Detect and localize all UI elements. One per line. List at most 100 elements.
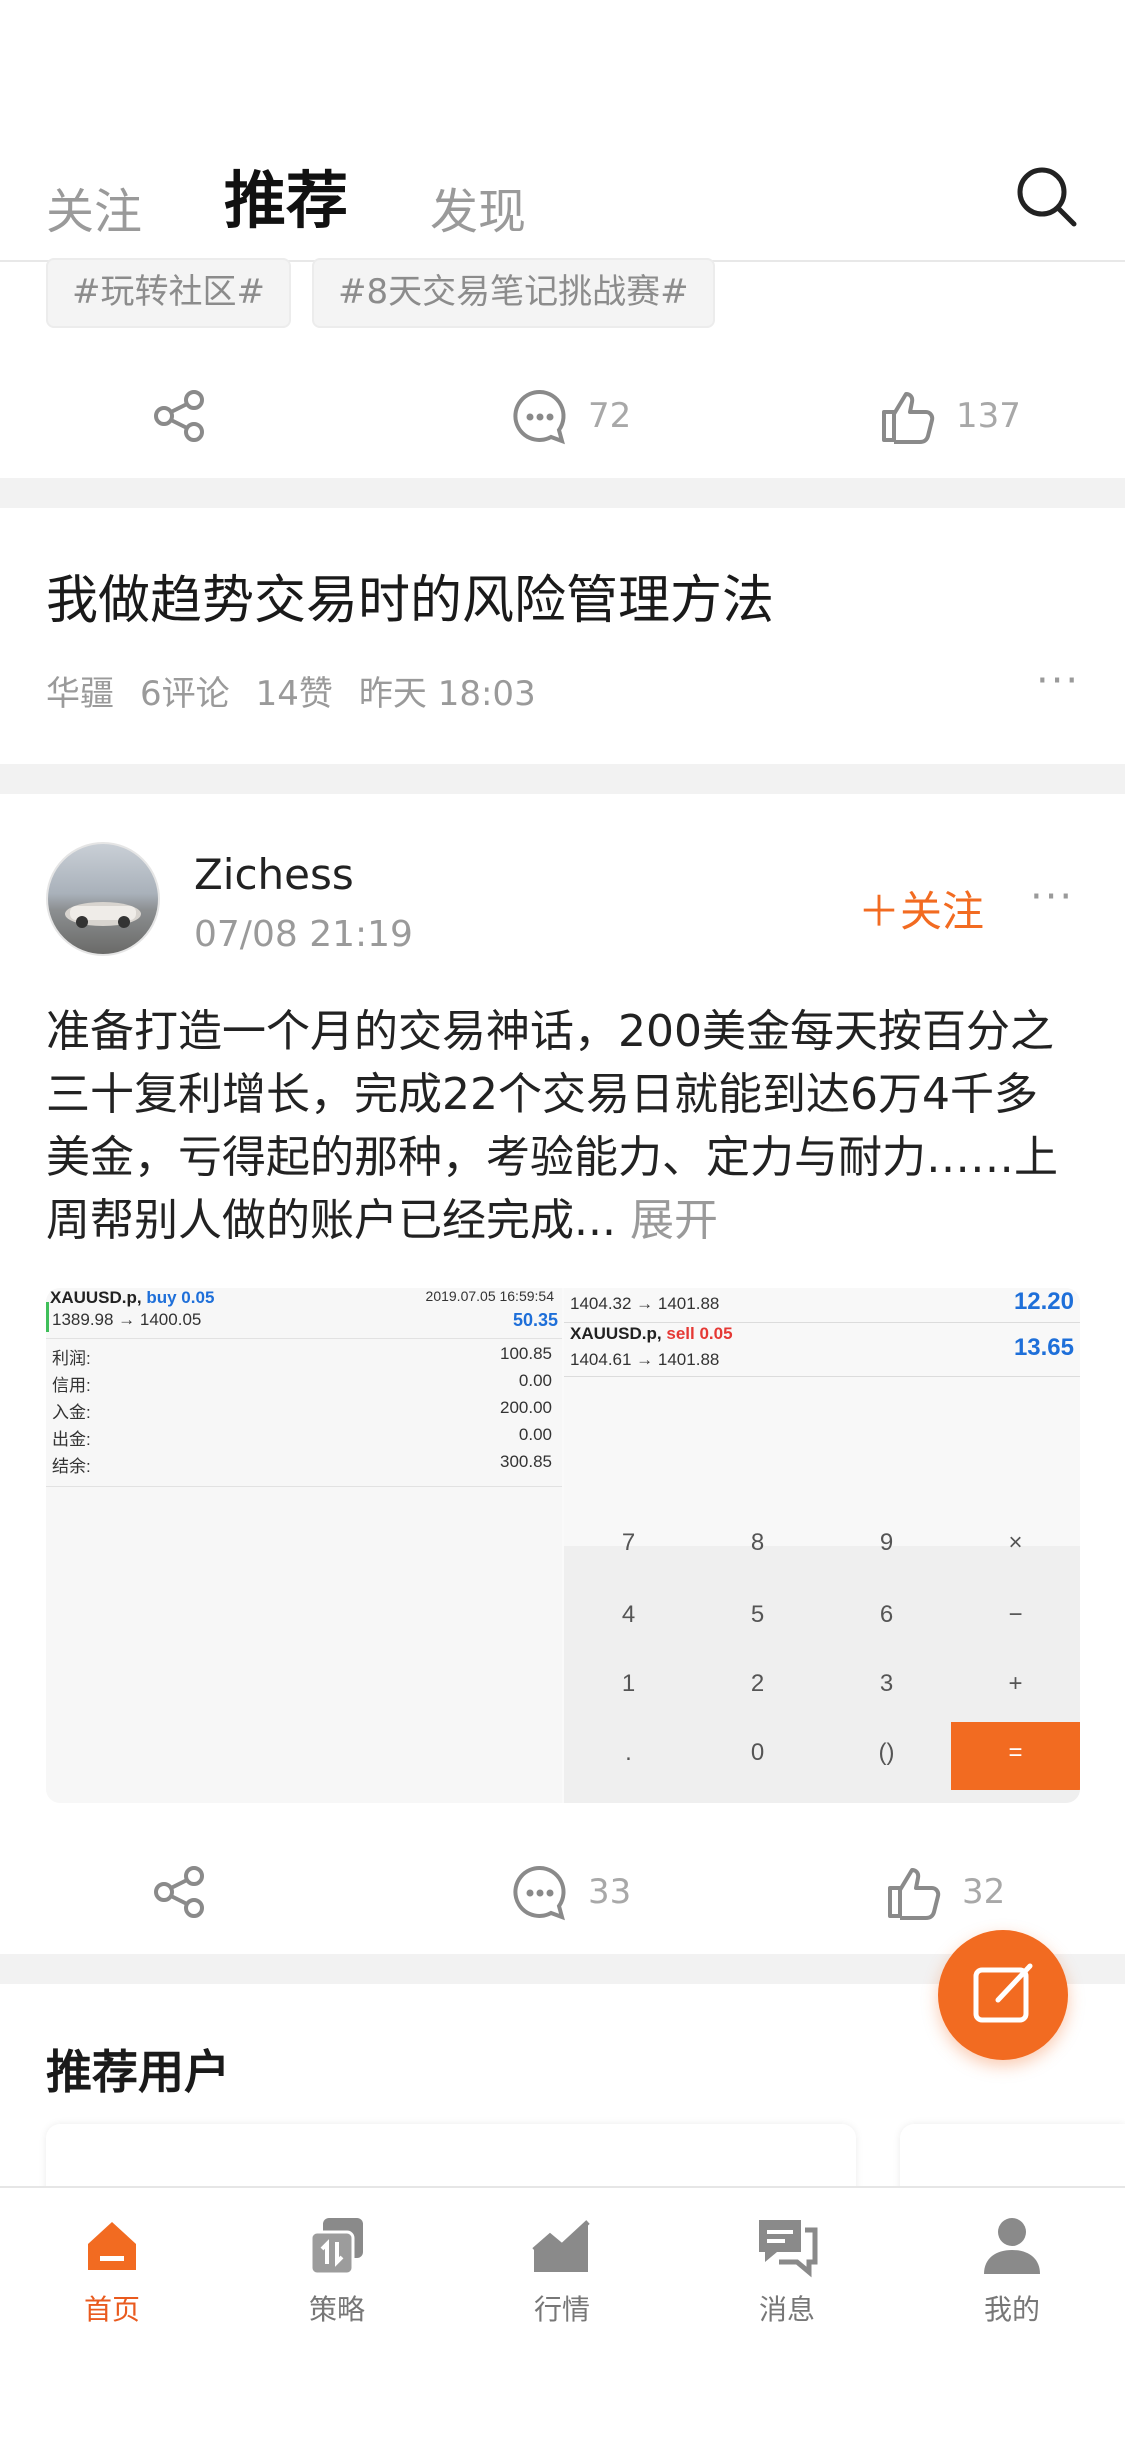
- comment-count: 72: [588, 396, 632, 436]
- topic-tag[interactable]: #玩转社区#: [46, 258, 291, 328]
- share-button[interactable]: [150, 1862, 210, 1922]
- username[interactable]: Zichess: [194, 850, 354, 899]
- top-tab-bar: 关注 推荐 发现: [46, 150, 1125, 240]
- account-summary-pane: XAUUSD.p, buy 0.05 2019.07.05 16:59:54 1…: [46, 1288, 562, 1803]
- calc-key: 1: [621, 1670, 636, 1697]
- comment-icon: [513, 1865, 566, 1921]
- nav-label: 策略: [308, 2293, 365, 2326]
- profile-icon: [984, 2218, 1040, 2274]
- recommended-users-title: 推荐用户: [46, 2045, 230, 2099]
- calc-key: 2: [750, 1670, 765, 1697]
- tab-recommended[interactable]: 推荐: [224, 150, 348, 240]
- balance-row: 信用: 0.00: [52, 1371, 552, 1395]
- calc-key: 0: [750, 1739, 765, 1766]
- position-profit: 13.65: [1013, 1334, 1074, 1361]
- like-button[interactable]: 32: [884, 1862, 1005, 1922]
- calc-key: 8: [750, 1529, 765, 1556]
- position-prices: 1404.32 → 1401.88: [570, 1294, 720, 1313]
- nav-item-messages[interactable]: 消息: [717, 2214, 857, 2328]
- article-title[interactable]: 我做趋势交易时的风险管理方法: [46, 558, 774, 633]
- post-time: 07/08 21:19: [194, 914, 413, 955]
- market-chart-icon: [532, 2220, 590, 2272]
- divider: [564, 1376, 1080, 1377]
- article-meta: 华疆 6评论 14赞 昨天 18:03: [46, 666, 562, 715]
- more-options-icon[interactable]: ···: [1036, 658, 1080, 704]
- calc-key: 6: [879, 1601, 894, 1628]
- position-side: sell 0.05: [666, 1324, 733, 1343]
- like-count: 137: [956, 396, 1021, 436]
- follow-label: 关注: [900, 887, 985, 936]
- trade-side: buy 0.05: [146, 1288, 215, 1307]
- tab-following[interactable]: 关注: [46, 172, 142, 242]
- calc-key: 7: [621, 1529, 636, 1556]
- search-icon[interactable]: [1014, 164, 1080, 230]
- trade-symbol: XAUUSD.p,: [50, 1288, 142, 1307]
- nav-label: 首页: [83, 2293, 140, 2326]
- section-separator: [0, 764, 1125, 794]
- plus-icon: ＋: [858, 887, 901, 936]
- position-prices: 1404.61 → 1401.88: [570, 1350, 720, 1369]
- calc-key: (): [878, 1739, 895, 1766]
- expand-link[interactable]: 展开: [630, 1195, 718, 1246]
- post-body[interactable]: 准备打造一个月的交易神话，200美金每天按百分之三十复利增长，完成22个交易日就…: [46, 1000, 1076, 1252]
- calc-key: 9: [879, 1529, 894, 1556]
- like-button[interactable]: 137: [878, 386, 1021, 446]
- thumbs-up-icon: [888, 1868, 941, 1920]
- avatar[interactable]: [46, 842, 160, 956]
- balance-row: 入金: 200.00: [52, 1398, 552, 1422]
- calc-equals-key: =: [951, 1722, 1080, 1790]
- divider: [46, 1338, 562, 1339]
- balance-row: 结余: 300.85: [52, 1452, 552, 1476]
- article-time: 昨天 18:03: [358, 674, 536, 714]
- topic-tag[interactable]: #8天交易笔记挑战赛#: [312, 258, 715, 328]
- calculator-keypad: 7 8 9 × 4 5 6 − 1 2 3 + . 0 () =: [564, 1529, 1080, 1803]
- article-likes: 14赞: [255, 674, 333, 714]
- comment-button[interactable]: 72: [510, 386, 631, 446]
- like-count: 32: [962, 1872, 1006, 1912]
- position-profit: 12.20: [1013, 1288, 1074, 1315]
- nav-item-strategy[interactable]: 策略: [267, 2214, 407, 2328]
- calc-key: .: [625, 1739, 632, 1766]
- trade-date: 2019.07.05 16:59:54: [425, 1288, 554, 1304]
- nav-label: 我的: [983, 2293, 1040, 2326]
- share-button[interactable]: [150, 386, 210, 446]
- strategy-icon: [309, 2218, 363, 2276]
- nav-item-market[interactable]: 行情: [492, 2214, 632, 2328]
- positions-calculator-pane: 1404.32 → 1401.88 12.20 XAUUSD.p, sell 0…: [564, 1288, 1080, 1803]
- calc-key: +: [1008, 1670, 1023, 1697]
- calc-key: 5: [750, 1601, 765, 1628]
- calc-key: 3: [879, 1670, 894, 1697]
- position-header: XAUUSD.p, sell 0.05: [570, 1324, 733, 1344]
- nav-label: 行情: [533, 2293, 590, 2326]
- share-icon: [154, 1866, 204, 1918]
- balance-row: 利润: 100.85: [52, 1344, 552, 1368]
- balance-table: 利润: 100.85 信用: 0.00 入金: 200.00 出金: 0.00 结余: 3…: [52, 1344, 552, 1479]
- article-author[interactable]: 华疆: [46, 674, 114, 714]
- tab-discover[interactable]: 发现: [430, 172, 526, 242]
- balance-row: 出金: 0.00: [52, 1425, 552, 1449]
- nav-item-profile[interactable]: 我的: [942, 2214, 1082, 2328]
- divider: [46, 1486, 562, 1487]
- post-text: 准备打造一个月的交易神话，200美金每天按百分之三十复利增长，完成22个交易日就…: [46, 1006, 1058, 1246]
- article-comments: 6评论: [140, 674, 230, 714]
- bottom-nav: 首页 策略 行情 消息 我的: [0, 2186, 1125, 2438]
- calc-key: −: [1008, 1601, 1023, 1628]
- thumbs-up-icon: [882, 392, 935, 444]
- nav-label: 消息: [758, 2293, 815, 2326]
- nav-item-home[interactable]: 首页: [42, 2214, 182, 2328]
- trade-row-marker: [46, 1302, 49, 1332]
- comment-count: 33: [588, 1872, 632, 1912]
- more-options-icon[interactable]: ···: [1030, 874, 1074, 920]
- position-symbol: XAUUSD.p,: [570, 1324, 662, 1343]
- trade-header: XAUUSD.p, buy 0.05 2019.07.05 16:59:54: [50, 1288, 558, 1308]
- comment-icon: [513, 389, 566, 445]
- trade-prices: 1389.98 → 1400.05: [52, 1310, 202, 1329]
- comment-button[interactable]: 33: [510, 1862, 631, 1922]
- calc-key: ×: [1008, 1529, 1023, 1556]
- share-icon: [154, 390, 204, 442]
- post-image[interactable]: XAUUSD.p, buy 0.05 2019.07.05 16:59:54 1…: [46, 1288, 1080, 1803]
- compose-button[interactable]: [938, 1930, 1068, 2060]
- message-icon: [759, 2220, 818, 2278]
- edit-icon: [973, 1963, 1033, 2023]
- follow-button[interactable]: ＋关注: [858, 878, 984, 939]
